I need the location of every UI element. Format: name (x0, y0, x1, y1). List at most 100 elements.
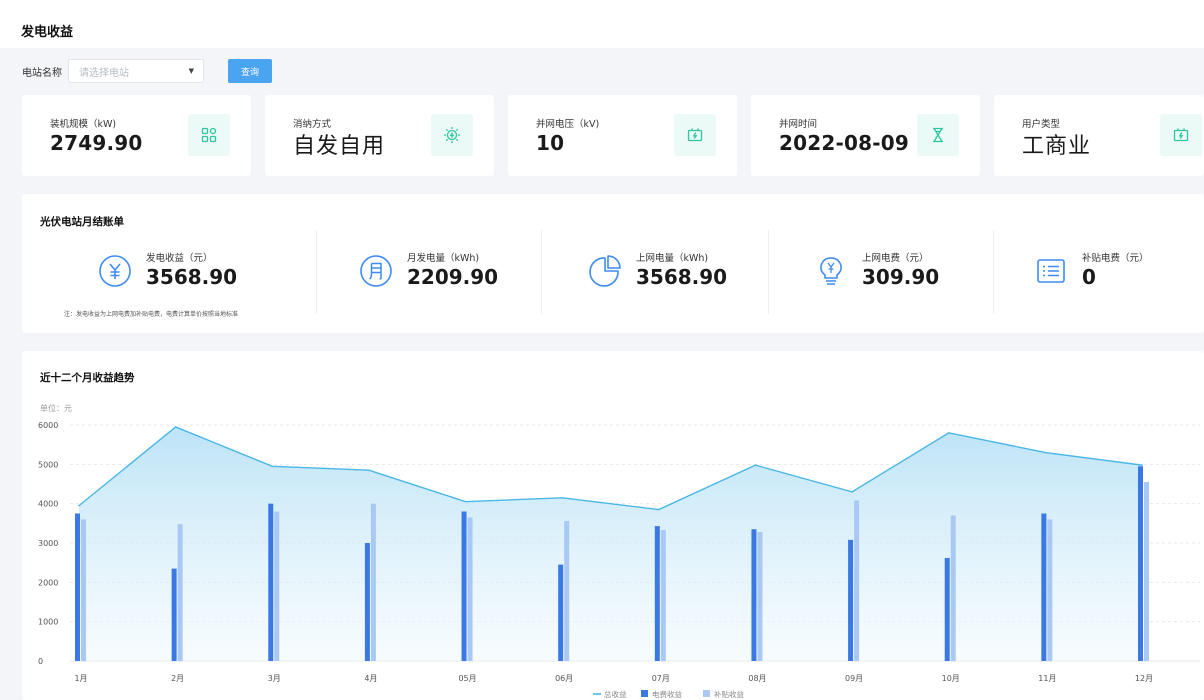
bar-electric-revenue (1041, 513, 1047, 661)
bill-item-grid-fee: 上网电费（元） 309.90 (814, 250, 994, 300)
total-revenue-point (658, 508, 660, 511)
bar-electric-revenue (171, 568, 177, 661)
bar-subsidy-revenue (81, 519, 86, 661)
yuan-circle-icon (99, 255, 131, 287)
trend-title: 近十二个月收益趋势 (40, 372, 135, 384)
legend-label: 补贴收益 (714, 689, 744, 699)
x-tick-label: 12月 (1135, 674, 1153, 683)
card-value: 工商业 (1022, 134, 1092, 159)
query-button[interactable]: 查询 (228, 59, 272, 83)
bar-electric-revenue (944, 557, 950, 661)
bar-subsidy-revenue (274, 511, 280, 661)
bar-electric-revenue (1138, 466, 1143, 661)
bar-subsidy-revenue (467, 517, 473, 661)
chart-unit: 单位：元 (40, 404, 72, 413)
bill-label: 上网电费（元） (862, 253, 929, 264)
card-value: 10 (536, 131, 565, 155)
card-capacity: 装机规模（kW) 2749.90 (22, 95, 251, 176)
x-tick-label: 08月 (748, 674, 766, 683)
station-select-placeholder: 请选择电站 (79, 67, 129, 79)
page-title: 发电收益 (21, 25, 74, 40)
total-revenue-area (79, 426, 1142, 661)
total-revenue-point (464, 500, 467, 503)
bill-label: 补贴电费（元） (1082, 253, 1149, 264)
bar-electric-revenue (364, 543, 370, 661)
legend-label: 电费收益 (652, 689, 682, 699)
bar-electric-revenue (461, 511, 467, 661)
station-name-label: 电站名称 (22, 67, 62, 79)
bill-value: 309.90 (862, 265, 940, 289)
bar-subsidy-revenue (1047, 519, 1053, 661)
bill-label: 月发电量（kWh) (407, 253, 480, 264)
header-bar: 发电收益 (0, 0, 1204, 48)
legend-swatch-subsidy (703, 690, 710, 697)
x-tick-label: 10月 (942, 674, 960, 683)
bill-title: 光伏电站月结账单 (40, 216, 124, 228)
bar-electric-revenue (75, 513, 80, 661)
bar-subsidy-revenue (564, 520, 570, 661)
total-revenue-point (271, 465, 274, 468)
battery-charge-icon (1160, 114, 1202, 156)
total-revenue-point (1044, 451, 1047, 454)
divider (993, 230, 994, 314)
bill-item-generation: 月发电量（kWh) 2209.90 (359, 250, 559, 300)
bar-subsidy-revenue (950, 515, 956, 661)
bill-value: 2209.90 (407, 265, 499, 289)
x-tick-label: 11月 (1038, 674, 1056, 683)
x-tick-label: 1月 (74, 674, 87, 683)
card-consumption: 消纳方式 自发自用 (265, 95, 494, 176)
hourglass-icon (917, 114, 959, 156)
battery-charge-icon (674, 114, 716, 156)
x-tick-label: 09月 (845, 674, 863, 683)
bar-electric-revenue (751, 529, 757, 661)
y-tick-label: 5000 (38, 460, 58, 469)
card-value: 自发自用 (293, 134, 386, 159)
total-revenue-point (947, 432, 950, 434)
bar-subsidy-revenue (177, 524, 183, 661)
total-revenue-point (1141, 464, 1143, 466)
list-icon (1037, 259, 1065, 283)
trend-panel: 0 1000 2000 3000 4000 5000 6000 1月 2月 3月 4月 05月 06月 0… (22, 351, 1204, 700)
bar-electric-revenue (268, 503, 274, 661)
y-tick-label: 3000 (38, 539, 58, 548)
bar-electric-revenue (654, 526, 660, 661)
card-label: 装机规模（kW) (50, 119, 117, 130)
legend-swatch-electric (641, 690, 648, 697)
bar-electric-revenue (558, 564, 564, 661)
total-revenue-point (561, 496, 563, 499)
bar-subsidy-revenue (660, 530, 666, 661)
total-revenue-point (754, 464, 757, 466)
divider (316, 230, 317, 314)
total-revenue-point (851, 491, 853, 493)
revenue-trend-chart: 0 1000 2000 3000 4000 5000 6000 1月 2月 3月 4月 05月 06月 0… (38, 421, 1200, 699)
bar-electric-revenue (848, 539, 854, 661)
bill-label: 上网电量（kWh) (636, 253, 709, 264)
x-tick-label: 05月 (458, 674, 476, 683)
y-tick-label: 2000 (38, 578, 58, 587)
bar-subsidy-revenue (1144, 482, 1149, 661)
filter-bar: 电站名称 请选择电站 ▼ 查询 (22, 58, 272, 84)
divider (541, 230, 542, 314)
bill-value: 0 (1082, 265, 1096, 289)
card-value: 2022-08-09 (779, 131, 909, 155)
month-circle-icon (360, 255, 392, 287)
bill-item-grid-power: 上网电量（kWh) 3568.90 (588, 250, 788, 300)
card-user-type: 用户类型 工商业 (994, 95, 1204, 176)
bill-value: 3568.90 (636, 265, 728, 289)
total-revenue-point (368, 469, 370, 472)
x-tick-label: 3月 (268, 674, 281, 683)
total-revenue-point (174, 426, 177, 428)
card-label: 并网电压（kV) (536, 119, 600, 130)
solar-sun-icon (431, 114, 473, 156)
divider (768, 230, 769, 314)
y-tick-label: 1000 (38, 618, 58, 627)
monthly-bill-panel: 光伏电站月结账单 发电收益（元） 3568.90 注：发电收益为上网电费加补贴电… (22, 194, 1204, 333)
card-grid-date: 并网时间 2022-08-09 (751, 95, 980, 176)
bar-subsidy-revenue (757, 531, 763, 661)
bill-value: 3568.90 (146, 265, 238, 289)
x-tick-label: 4月 (364, 674, 377, 683)
chevron-down-icon: ▼ (188, 67, 194, 75)
y-tick-label: 0 (38, 657, 43, 666)
legend-label: 总收益 (604, 689, 627, 699)
station-select[interactable]: 请选择电站 ▼ (68, 59, 204, 83)
